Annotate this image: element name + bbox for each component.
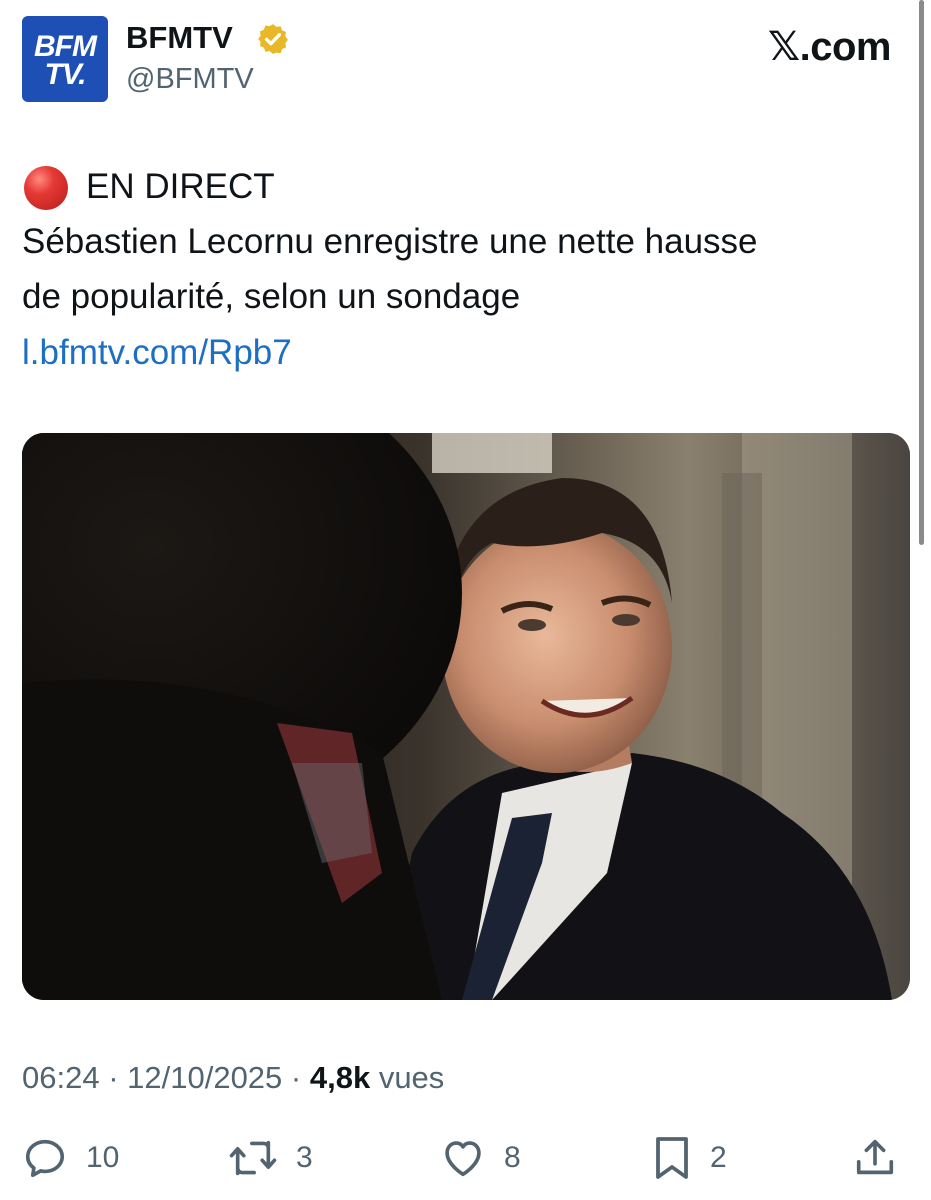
red-circle-icon [24, 166, 68, 210]
live-label: EN DIRECT [86, 167, 275, 206]
verified-badge-icon [258, 24, 288, 54]
reply-count: 10 [86, 1141, 120, 1174]
views-label: vues [370, 1060, 445, 1095]
meta-separator: · [99, 1060, 128, 1095]
views-count: 4,8k [309, 1060, 371, 1095]
tweet-text-line2: de popularité, selon un sondage [22, 277, 521, 316]
retweet-icon [229, 1140, 277, 1176]
tweet-time: 06:24 [22, 1060, 100, 1095]
x-dot-com-label: 𝕏.com [767, 24, 892, 70]
photo-image [22, 433, 910, 1000]
share-button[interactable] [852, 1134, 898, 1182]
display-name[interactable]: BFMTV [126, 20, 233, 56]
like-button[interactable]: 8 [440, 1134, 521, 1182]
x-logo-icon: 𝕏 [767, 24, 800, 70]
bookmark-count: 2 [710, 1141, 727, 1174]
handle[interactable]: @BFMTV [126, 62, 254, 96]
bookmark-icon [656, 1137, 688, 1179]
scrollbar[interactable] [919, 0, 924, 545]
reply-icon [25, 1139, 65, 1178]
like-count: 8 [504, 1141, 521, 1174]
meta-separator: · [282, 1060, 310, 1095]
heart-icon [445, 1141, 481, 1177]
bookmark-button[interactable]: 2 [652, 1134, 727, 1182]
tweet-photo[interactable] [22, 433, 910, 1000]
reply-button[interactable]: 10 [22, 1134, 119, 1182]
avatar[interactable]: BFM TV. [22, 16, 108, 102]
tweet-meta: 06:24 · 12/10/2025 · 4,8k vues [22, 1058, 444, 1098]
tweet-text-line1: Sébastien Lecornu enregistre une nette h… [22, 222, 758, 261]
tweet-link[interactable]: l.bfmtv.com/Rpb7 [22, 332, 292, 374]
avatar-logo-line2: TV. [44, 58, 87, 91]
retweet-count: 3 [296, 1141, 313, 1174]
share-icon [856, 1139, 894, 1175]
x-dot-com-suffix: .com [799, 25, 892, 69]
retweet-button[interactable]: 3 [228, 1134, 313, 1182]
tweet-date[interactable]: 12/10/2025 [127, 1060, 282, 1095]
